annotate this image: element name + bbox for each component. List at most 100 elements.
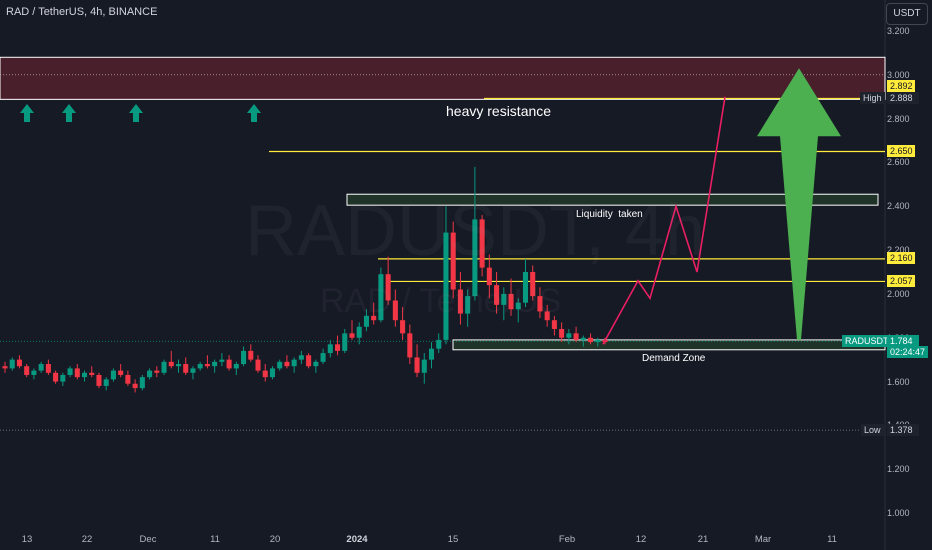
candle-body	[335, 344, 341, 351]
liquidity-taken-annotation: Liquidity taken	[576, 209, 643, 220]
x-tick-label: 11	[827, 534, 837, 545]
candle-body	[45, 364, 51, 373]
candle-body	[580, 337, 586, 340]
candle-body	[342, 333, 348, 351]
candle-body	[588, 337, 594, 343]
candle-body	[226, 359, 232, 369]
resistance-zone	[0, 56, 886, 100]
high-value-label: 2.888	[887, 92, 919, 104]
x-tick-label: 12	[635, 534, 647, 545]
candle-body	[38, 364, 44, 371]
candle-body	[277, 361, 283, 369]
currency-button[interactable]: USDT	[886, 3, 928, 25]
candle-body	[219, 359, 225, 362]
candle-body	[132, 383, 138, 389]
x-tick-label: 22	[81, 534, 93, 545]
candle-body	[298, 355, 304, 360]
candle-body	[559, 328, 565, 338]
candle-body	[269, 368, 275, 378]
candle-body	[175, 364, 182, 367]
candle-body	[284, 361, 290, 367]
candle-body	[400, 320, 406, 334]
candle-body	[67, 368, 73, 375]
candle-body	[31, 370, 37, 375]
y-tick-label: 1.000	[887, 508, 910, 518]
candle-body	[183, 364, 189, 373]
low-label: Low	[861, 424, 884, 436]
y-tick-label: 2.600	[887, 157, 910, 168]
x-tick-label: Dec	[139, 534, 157, 545]
y-tick-label: 3.000	[887, 69, 910, 80]
up-arrow-marker	[247, 104, 261, 122]
candle-body	[24, 366, 30, 375]
candle-body	[255, 359, 261, 371]
symbol-header[interactable]: RAD / TetherUS, 4h, BINANCE	[6, 6, 157, 18]
candle-body	[110, 370, 116, 380]
candle-body	[161, 361, 167, 373]
candle-body	[313, 361, 319, 367]
up-arrow-marker	[62, 104, 76, 122]
candle-body	[60, 374, 66, 382]
candle-body	[414, 357, 420, 373]
x-tick-label: 13	[21, 534, 33, 545]
level-label-2650: 2.650	[887, 145, 915, 157]
y-tick-label: 1.600	[887, 376, 910, 387]
countdown-label: 02:24:47	[887, 346, 928, 358]
candle-body	[233, 364, 239, 369]
x-tick-label: Mar	[754, 534, 772, 545]
candle-body	[168, 361, 174, 367]
candle-body	[2, 366, 8, 369]
candle-body	[103, 379, 109, 386]
last-price-symbol: RADUSDT	[842, 335, 892, 347]
candle-body	[241, 350, 247, 365]
x-tick-label: Feb	[558, 534, 576, 545]
y-tick-label: 1.200	[887, 464, 910, 475]
candle-body	[349, 333, 355, 338]
candle-body	[306, 355, 312, 367]
candle-body	[262, 370, 268, 378]
level-label-2057: 2.057	[887, 275, 915, 287]
up-arrow-marker	[20, 104, 34, 122]
candle-body	[595, 339, 601, 343]
y-tick-label: 2.400	[887, 201, 910, 212]
candle-body	[291, 359, 297, 367]
demand-zone-annotation: Demand Zone	[642, 353, 706, 364]
up-arrow-marker	[129, 104, 143, 122]
chart-area[interactable]	[0, 0, 932, 550]
candle-body	[436, 339, 442, 349]
candle-body	[53, 372, 59, 382]
candle-body	[428, 348, 435, 360]
ticker-watermark: RADUSDT, 4h	[245, 191, 706, 271]
candle-body	[573, 333, 579, 340]
candle-body	[407, 333, 413, 358]
x-tick-label: 15	[447, 534, 459, 545]
heavy-resistance-annotation: heavy resistance	[446, 103, 552, 119]
candle-body	[197, 364, 203, 369]
y-tick-label: 2.000	[887, 288, 910, 299]
candle-body	[96, 374, 102, 386]
candle-body	[566, 333, 572, 338]
candle-body	[204, 364, 210, 367]
candle-body	[154, 370, 160, 373]
candle-body	[190, 368, 196, 373]
candle-body	[248, 350, 254, 360]
candle-body	[356, 326, 362, 338]
y-tick-label: 2.800	[887, 113, 910, 124]
pair-watermark: RAD / TetherUS	[320, 282, 562, 320]
y-tick-label: 3.200	[887, 26, 910, 36]
candle-body	[147, 370, 153, 378]
candle-body	[89, 372, 95, 375]
price-chart[interactable]	[0, 0, 932, 550]
candle-body	[9, 359, 15, 369]
candle-body	[81, 372, 88, 378]
x-tick-label: 11	[210, 534, 220, 545]
x-tick-label: 2024	[346, 534, 368, 545]
candle-body	[125, 374, 131, 384]
candle-body	[551, 320, 557, 329]
level-label-2160: 2.160	[887, 252, 915, 264]
candle-body	[421, 359, 427, 373]
candle-body	[139, 377, 145, 389]
candle-body	[212, 361, 218, 367]
high-label: High	[860, 92, 885, 104]
candle-body	[16, 359, 22, 367]
